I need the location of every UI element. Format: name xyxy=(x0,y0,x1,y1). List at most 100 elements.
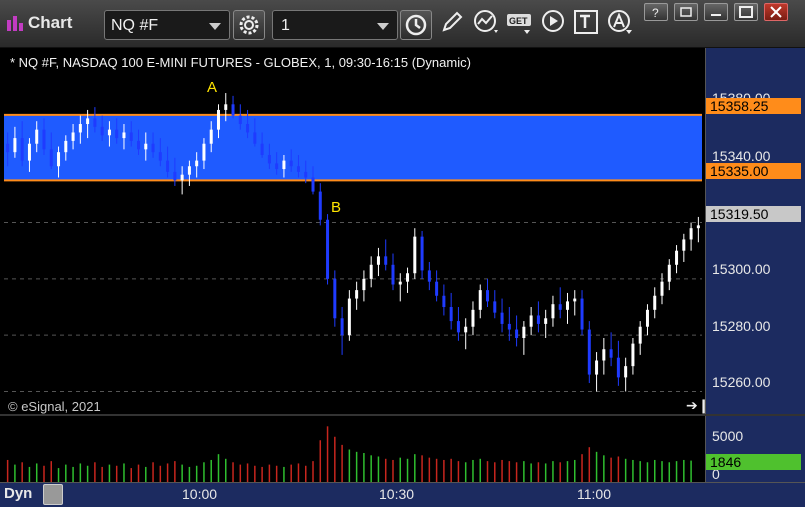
candle-body xyxy=(78,124,82,133)
candle-body xyxy=(544,318,548,324)
chart-panel[interactable]: * NQ #F, NASDAQ 100 E-MINI FUTURES - GLO… xyxy=(0,48,805,507)
watermark: © eSignal, 2021 xyxy=(8,399,101,414)
candle-body xyxy=(580,298,584,330)
interval-value: 1 xyxy=(281,17,290,34)
zone-upper-price-tag: 15358.25 xyxy=(706,98,801,114)
candle-body xyxy=(166,160,170,172)
candle-body xyxy=(464,326,468,333)
candle-body xyxy=(158,152,162,161)
pencil-icon[interactable] xyxy=(438,8,466,36)
help-button[interactable]: ? xyxy=(644,3,668,21)
title-bar: Chart NQ #F 1 GET ? xyxy=(0,0,805,48)
minimize-button[interactable] xyxy=(704,3,728,21)
last-volume-tag: 1846 xyxy=(706,454,801,470)
candle-body xyxy=(515,329,519,338)
play-icon[interactable] xyxy=(540,8,568,36)
time-template-button[interactable] xyxy=(400,10,432,40)
chevron-down-icon[interactable] xyxy=(209,23,221,30)
time-axis[interactable]: Dyn 10:00 10:30 11:00 xyxy=(0,482,805,507)
candle-body xyxy=(253,132,257,144)
candle-body xyxy=(587,329,591,375)
restore-icon xyxy=(680,7,692,17)
svg-text:?: ? xyxy=(652,6,659,20)
candle-body xyxy=(362,278,366,291)
candle-body xyxy=(20,138,24,161)
candle-body xyxy=(42,129,46,150)
candle-body xyxy=(209,129,213,144)
candle-body xyxy=(660,281,664,296)
candle-body xyxy=(565,301,569,310)
price-tick: 15300.00 xyxy=(712,261,771,277)
candle-body xyxy=(13,138,17,153)
candle-body xyxy=(478,290,482,310)
candle-body xyxy=(493,301,497,313)
price-tick: 15260.00 xyxy=(712,374,771,390)
candle-body xyxy=(115,129,119,139)
close-button[interactable] xyxy=(764,3,788,21)
restore-button[interactable] xyxy=(674,3,698,21)
candle-body xyxy=(296,166,300,172)
text-icon[interactable] xyxy=(573,8,601,36)
candle-body xyxy=(616,357,620,378)
get-icon[interactable]: GET xyxy=(506,8,534,36)
chevron-down-icon[interactable] xyxy=(377,23,389,30)
candle-body xyxy=(384,256,388,265)
maximize-button[interactable] xyxy=(734,3,758,21)
candle-body xyxy=(180,174,184,181)
candle-body xyxy=(27,143,31,161)
settings-button[interactable] xyxy=(233,10,265,40)
window-title: Chart xyxy=(28,13,73,32)
time-tick: 11:00 xyxy=(577,486,611,502)
candle-body xyxy=(340,318,344,336)
candle-body xyxy=(311,177,315,192)
candle-body xyxy=(347,298,351,336)
candle-body xyxy=(551,304,555,319)
candle-body xyxy=(224,104,228,110)
minimize-icon xyxy=(711,14,721,16)
candle-body xyxy=(675,250,679,265)
candle-body xyxy=(507,323,511,330)
candle-body xyxy=(49,149,53,167)
candle-body xyxy=(187,166,191,175)
candle-body xyxy=(326,219,330,279)
alert-icon[interactable] xyxy=(606,8,634,36)
dynamic-button[interactable]: Dyn xyxy=(4,485,32,502)
line-study-icon[interactable] xyxy=(472,8,500,36)
candle-body xyxy=(609,349,613,358)
lock-icon[interactable] xyxy=(43,484,63,505)
candle-body xyxy=(369,264,373,279)
candle-body xyxy=(631,343,635,367)
price-zone xyxy=(4,114,702,181)
candle-body xyxy=(406,273,410,282)
volume-axis[interactable]: 5000 0 xyxy=(705,416,805,482)
candle-body xyxy=(86,118,90,125)
candle-body xyxy=(471,309,475,327)
candle-body xyxy=(216,109,220,130)
candle-body xyxy=(231,104,235,116)
candle-body xyxy=(173,171,177,181)
candle-body xyxy=(6,143,10,153)
candle-body xyxy=(93,118,97,127)
candle-body xyxy=(318,191,322,220)
candle-body xyxy=(413,236,417,274)
price-tick: 15280.00 xyxy=(712,318,771,334)
candle-body xyxy=(289,160,293,167)
gear-icon xyxy=(239,15,259,35)
symbol-input[interactable]: NQ #F xyxy=(104,10,230,40)
candle-body xyxy=(333,278,337,319)
candle-body xyxy=(624,366,628,378)
interval-input[interactable]: 1 xyxy=(272,10,398,40)
price-chart[interactable] xyxy=(0,48,805,507)
candle-body xyxy=(355,290,359,299)
candle-body xyxy=(246,124,250,133)
candle-body xyxy=(573,298,577,302)
candle-body xyxy=(449,307,453,322)
annotation-b: B xyxy=(331,199,342,216)
candle-body xyxy=(100,126,104,136)
candle-body xyxy=(645,309,649,327)
symbol-value: NQ #F xyxy=(111,17,159,34)
maximize-icon xyxy=(739,6,753,18)
candle-body xyxy=(500,312,504,324)
candle-body xyxy=(442,295,446,308)
candle-body xyxy=(529,315,533,327)
